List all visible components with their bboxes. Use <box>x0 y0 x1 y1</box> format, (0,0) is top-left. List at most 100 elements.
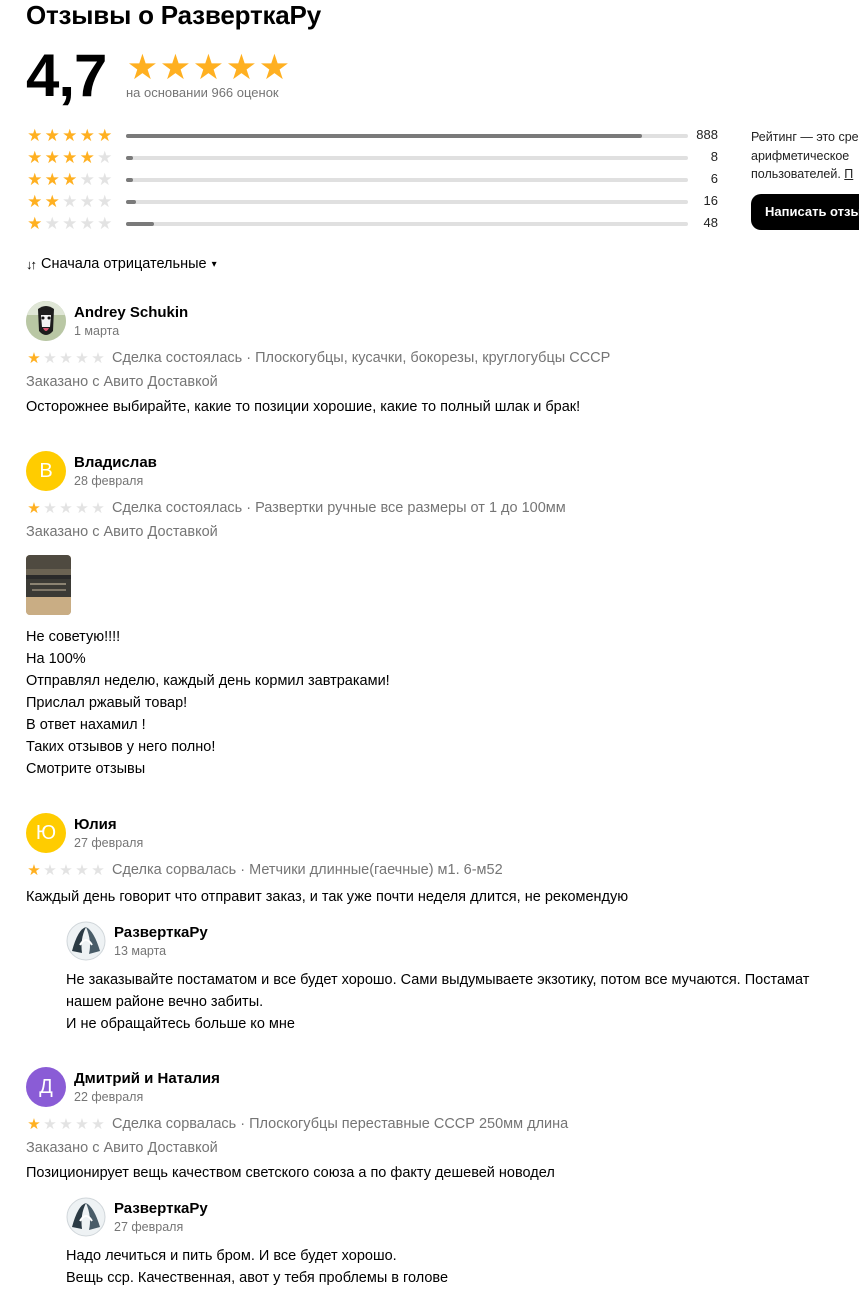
star-empty-icon: ★ <box>59 862 73 879</box>
review-text: Каждый день говорит что отправит заказ, … <box>26 889 629 905</box>
star-empty-icon: ★ <box>91 1116 105 1133</box>
avatar[interactable]: Ю <box>26 813 66 853</box>
review-text: Осторожнее выбирайте, какие то позиции х… <box>26 399 581 415</box>
star-filled-icon: ★ <box>44 148 60 167</box>
star-empty-icon: ★ <box>75 1116 89 1133</box>
star-filled-icon: ★ <box>62 126 78 145</box>
delivery-label: Заказано с Авито Доставкой <box>26 374 218 390</box>
seller-reply: РазверткаРу 27 февраля Надо лечиться и п… <box>66 1197 859 1307</box>
distribution-count: 8 <box>710 149 718 164</box>
row-stars: ★ ★ ★ ★ ★ <box>26 147 114 169</box>
rating-distribution-row-2[interactable]: ★ ★ ★ ★ ★ 16 <box>26 191 726 213</box>
review-date: 1 марта <box>74 324 120 338</box>
avatar[interactable]: В <box>26 451 66 491</box>
star-empty-icon: ★ <box>79 170 95 189</box>
star-filled-icon: ★ <box>27 126 43 145</box>
review-meta: Сделка сорвалась · Плоскогубцы переставн… <box>112 1116 569 1132</box>
review-stars: ★ ★ ★ ★ ★ <box>26 1116 106 1134</box>
star-empty-icon: ★ <box>97 148 113 167</box>
star-empty-icon: ★ <box>59 1116 73 1133</box>
seller-logo <box>66 921 106 961</box>
star-filled-icon: ★ <box>27 170 43 189</box>
star-empty-icon: ★ <box>97 214 113 233</box>
star-icon: ★ <box>192 48 225 87</box>
star-filled-icon: ★ <box>97 126 113 145</box>
rating-count: на основании 966 оценок <box>126 85 279 100</box>
reviewer-name[interactable]: Владислав <box>74 454 157 471</box>
rating-distribution-row-1[interactable]: ★ ★ ★ ★ ★ 48 <box>26 213 726 235</box>
star-icon: ★ <box>225 48 258 87</box>
write-review-button[interactable]: Написать отзыв <box>751 194 859 230</box>
sort-dropdown[interactable]: ↓↑ Сначала отрицательные ▾ <box>26 256 217 272</box>
star-filled-icon: ★ <box>27 148 43 167</box>
star-filled-icon: ★ <box>79 148 95 167</box>
star-empty-icon: ★ <box>91 500 105 517</box>
reviewer-name[interactable]: Юлия <box>74 816 117 833</box>
avatar[interactable] <box>26 301 66 341</box>
reviewer-name[interactable]: Дмитрий и Наталия <box>74 1070 220 1087</box>
star-icon: ★ <box>159 48 192 87</box>
distribution-count: 888 <box>696 127 718 142</box>
star-empty-icon: ★ <box>43 1116 57 1133</box>
star-filled-icon: ★ <box>27 862 41 879</box>
average-stars: ★ ★ ★ ★ ★ <box>126 50 291 85</box>
explanation-line: пользователей. П <box>751 165 859 184</box>
reviewer-name[interactable]: Andrey Schukin <box>74 304 188 321</box>
delivery-label: Заказано с Авито Доставкой <box>26 524 218 540</box>
star-empty-icon: ★ <box>75 350 89 367</box>
reply-date: 13 марта <box>114 944 167 958</box>
review-meta: Сделка состоялась · Развертки ручные все… <box>112 500 566 516</box>
star-empty-icon: ★ <box>79 192 95 211</box>
delivery-label: Заказано с Авито Доставкой <box>26 1140 218 1156</box>
distribution-bar-fill <box>126 178 133 182</box>
review-photo[interactable] <box>26 555 71 615</box>
review-item: Д Дмитрий и Наталия 22 февраля ★ ★ ★ ★ ★ Сде… <box>26 1067 859 1311</box>
star-filled-icon: ★ <box>44 192 60 211</box>
average-rating: 4,7 <box>26 42 107 109</box>
sort-label: Сначала отрицательные <box>41 256 207 272</box>
review-meta: Сделка состоялась · Плоскогубцы, кусачки… <box>112 350 611 366</box>
distribution-bar-fill <box>126 200 136 204</box>
explanation-text: пользователей. <box>751 167 845 181</box>
avatar[interactable]: Д <box>26 1067 66 1107</box>
star-empty-icon: ★ <box>59 500 73 517</box>
star-filled-icon: ★ <box>44 126 60 145</box>
seller-avatar[interactable] <box>66 1197 106 1237</box>
sort-icon: ↓↑ <box>26 256 37 272</box>
review-item: Andrey Schukin 1 марта ★ ★ ★ ★ ★ Сделка сост… <box>26 301 859 431</box>
review-meta: Сделка сорвалась · Метчики длинные(гаечн… <box>112 862 503 878</box>
distribution-bar <box>126 200 688 204</box>
review-date: 27 февраля <box>74 836 144 850</box>
seller-logo <box>66 1197 106 1237</box>
star-filled-icon: ★ <box>27 192 43 211</box>
reply-text: Надо лечиться и пить бром. И все будет х… <box>66 1248 449 1286</box>
rating-distribution-row-4[interactable]: ★ ★ ★ ★ ★ 8 <box>26 147 726 169</box>
explanation-link[interactable]: П <box>844 167 853 181</box>
star-empty-icon: ★ <box>62 192 78 211</box>
star-empty-icon: ★ <box>43 500 57 517</box>
rating-distribution-row-5[interactable]: ★ ★ ★ ★ ★ 888 <box>26 125 726 147</box>
rating-distribution-row-3[interactable]: ★ ★ ★ ★ ★ 6 <box>26 169 726 191</box>
distribution-count: 16 <box>703 193 718 208</box>
seller-name[interactable]: РазверткаРу <box>114 1200 208 1217</box>
distribution-count: 6 <box>710 171 718 186</box>
star-empty-icon: ★ <box>43 862 57 879</box>
distribution-count: 48 <box>703 215 718 230</box>
explanation-line: Рейтинг — это сре <box>751 130 859 144</box>
row-stars: ★ ★ ★ ★ ★ <box>26 191 114 213</box>
seller-avatar[interactable] <box>66 921 106 961</box>
chevron-down-icon: ▾ <box>211 258 217 270</box>
explanation-line: арифметическое <box>751 148 850 163</box>
rating-explanation: Рейтинг — это сре арифметическое пользов… <box>751 128 859 184</box>
review-date: 28 февраля <box>74 474 144 488</box>
star-empty-icon: ★ <box>75 862 89 879</box>
seller-name[interactable]: РазверткаРу <box>114 924 208 941</box>
review-text: Не советую!!!! На 100% Отправлял неделю,… <box>26 629 390 777</box>
star-filled-icon: ★ <box>27 214 43 233</box>
star-icon: ★ <box>126 48 159 87</box>
star-filled-icon: ★ <box>62 170 78 189</box>
star-filled-icon: ★ <box>79 126 95 145</box>
review-item: Ю Юлия 27 февраля ★ ★ ★ ★ ★ Сделка сорвалась… <box>26 813 859 1043</box>
star-filled-icon: ★ <box>27 1116 41 1133</box>
star-empty-icon: ★ <box>44 214 60 233</box>
